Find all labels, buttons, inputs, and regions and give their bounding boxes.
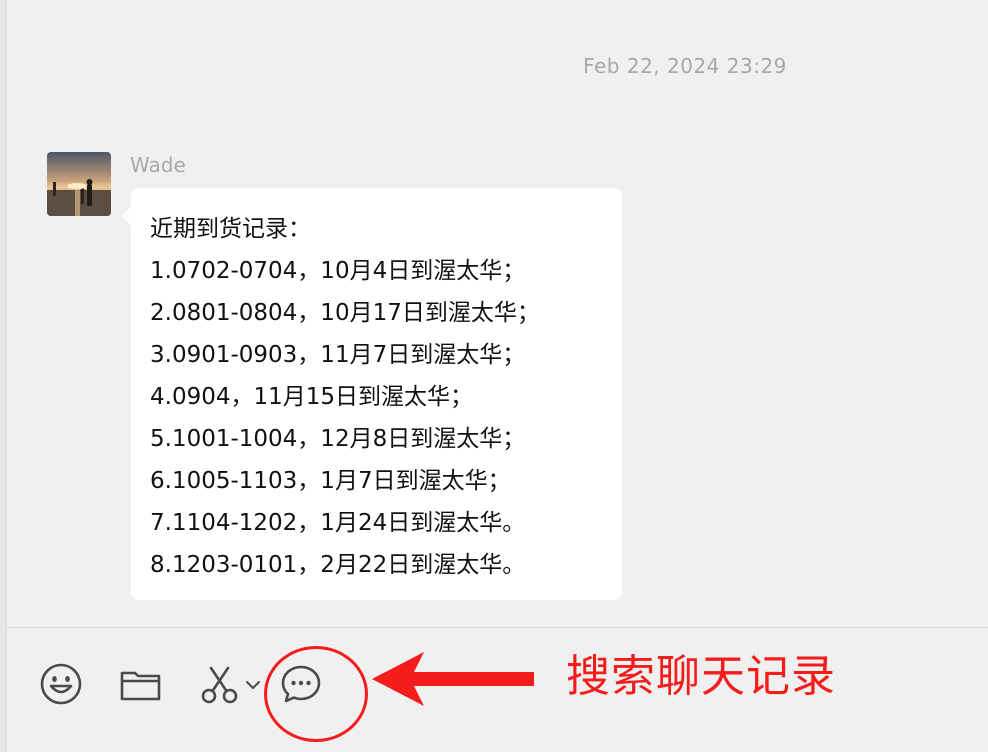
message-line: 4.0904，11月15日到渥太华； — [150, 384, 474, 410]
avatar-image — [47, 152, 111, 216]
chat-window: Feb 22, 2024 23:29 Wade 近期到货记录： 1.0702-0… — [0, 0, 988, 752]
sender-name: Wade — [130, 153, 186, 177]
emoji-icon — [40, 663, 82, 705]
message-bubble[interactable]: 近期到货记录： 1.0702-0704，10月4日到渥太华； 2.0801-08… — [121, 188, 622, 600]
emoji-button[interactable] — [39, 662, 83, 706]
annotation-label: 搜索聊天记录 — [566, 651, 836, 702]
scissors-icon — [201, 666, 238, 704]
screenshot-options-button[interactable] — [244, 662, 262, 706]
input-divider — [6, 627, 988, 628]
message-timestamp: Feb 22, 2024 23:29 — [583, 54, 787, 78]
folder-icon — [120, 671, 161, 701]
message-line: 2.0801-0804，10月17日到渥太华； — [150, 300, 540, 326]
message-line: 8.1203-0101，2月22日到渥太华。 — [150, 552, 526, 578]
screenshot-button[interactable] — [199, 662, 245, 706]
window-edge — [0, 0, 7, 752]
file-button[interactable] — [119, 662, 163, 706]
chevron-down-icon — [246, 681, 260, 689]
message-line: 3.0901-0903，11月7日到渥太华； — [150, 342, 526, 368]
message-line: 7.1104-1202，1月24日到渥太华。 — [150, 510, 526, 536]
message-line: 1.0702-0704，10月4日到渥太华； — [150, 258, 526, 284]
message-line: 6.1005-1103，1月7日到渥太华； — [150, 468, 511, 494]
message-line: 5.1001-1004，12月8日到渥太华； — [150, 426, 526, 452]
avatar[interactable] — [47, 152, 111, 216]
annotation-circle — [264, 646, 368, 742]
annotation-arrow — [372, 652, 534, 706]
message-line: 近期到货记录： — [150, 216, 311, 242]
